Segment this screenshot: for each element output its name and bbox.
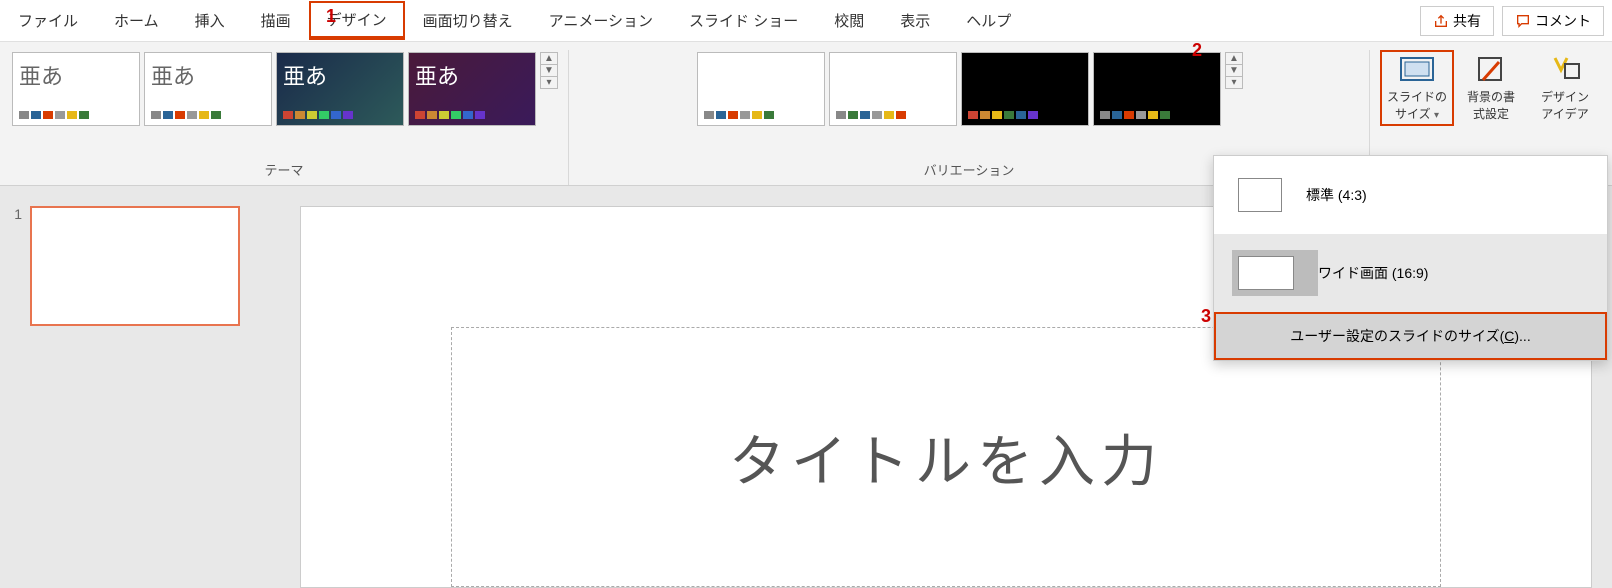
gallery-down-icon[interactable]: ▼	[1226, 65, 1242, 77]
slide-number: 1	[10, 206, 30, 222]
gallery-more-icon[interactable]: ▾	[541, 77, 557, 88]
comment-button[interactable]: コメント	[1502, 6, 1604, 36]
tab-animations[interactable]: アニメーション	[531, 2, 671, 39]
slide-size-custom[interactable]: ユーザー設定のスライドのサイズ(C)...	[1214, 312, 1607, 360]
slide-size-label-1: スライドの	[1387, 90, 1447, 104]
theme-palette	[415, 111, 529, 119]
slide-thumbnail-panel: 1	[0, 186, 280, 588]
theme-gallery-scroll: ▲ ▼ ▾	[540, 52, 558, 89]
tab-review[interactable]: 校閲	[816, 2, 882, 39]
slide-size-standard[interactable]: 標準 (4:3)	[1214, 156, 1607, 234]
theme-palette	[283, 111, 397, 119]
theme-sample-text: 亜あ	[151, 59, 265, 91]
slide-size-dropdown: 標準 (4:3) ワイド画面 (16:9) ユーザー設定のスライドのサイズ(C)…	[1213, 155, 1608, 361]
variation-gallery-scroll: ▲ ▼ ▾	[1225, 52, 1243, 89]
theme-sample-text: 亜あ	[19, 59, 133, 91]
gallery-up-icon[interactable]: ▲	[1226, 53, 1242, 65]
design-ideas-label-1: デザイン	[1541, 88, 1589, 105]
comment-label: コメント	[1535, 11, 1591, 31]
gallery-down-icon[interactable]: ▼	[541, 65, 557, 77]
theme-sample-text: 亜あ	[283, 59, 397, 91]
share-icon	[1433, 13, 1449, 29]
theme-palette	[19, 111, 133, 119]
title-placeholder-text: タイトルを入力	[729, 417, 1163, 498]
variation-thumb-2[interactable]	[829, 52, 957, 126]
variation-thumb-3[interactable]	[961, 52, 1089, 126]
gallery-up-icon[interactable]: ▲	[541, 53, 557, 65]
aspect-4-3-icon	[1238, 178, 1282, 212]
theme-thumb-2[interactable]: 亜あ	[144, 52, 272, 126]
tab-draw[interactable]: 描画	[243, 2, 309, 39]
slide-size-label-2: サイズ	[1395, 107, 1431, 121]
theme-thumb-4[interactable]: 亜あ	[408, 52, 536, 126]
annotation-marker-2: 2	[1192, 40, 1202, 61]
design-ideas-icon	[1547, 54, 1583, 84]
slide-size-button[interactable]: スライドの サイズ ▾	[1380, 50, 1454, 126]
annotation-marker-3: 3	[1201, 306, 1211, 327]
comment-icon	[1515, 13, 1531, 29]
annotation-marker-1: 1	[326, 6, 336, 27]
variation-thumb-1[interactable]	[697, 52, 825, 126]
slide-size-icon	[1399, 54, 1435, 84]
group-label-variations: バリエーション	[924, 156, 1015, 185]
ribbon-tabs: ファイル ホーム 挿入 描画 デザイン 画面切り替え アニメーション スライド …	[0, 0, 1612, 42]
slide-size-standard-label: 標準 (4:3)	[1306, 185, 1367, 205]
gallery-more-icon[interactable]: ▾	[1226, 77, 1242, 88]
share-button[interactable]: 共有	[1420, 6, 1494, 36]
theme-palette	[151, 111, 265, 119]
background-format-icon	[1473, 54, 1509, 84]
tab-design[interactable]: デザイン	[309, 1, 405, 40]
share-label: 共有	[1453, 11, 1481, 31]
tab-transitions[interactable]: 画面切り替え	[405, 2, 531, 39]
aspect-16-9-icon	[1238, 256, 1294, 290]
custom-label-pre: ユーザー設定のスライドのサイズ(	[1290, 328, 1504, 344]
variation-thumb-4[interactable]	[1093, 52, 1221, 126]
group-label-themes: テーマ	[264, 156, 303, 185]
bg-format-label-1: 背景の書	[1467, 88, 1515, 105]
bg-format-label-2: 式設定	[1473, 105, 1509, 122]
tab-help[interactable]: ヘルプ	[948, 2, 1029, 39]
custom-label-key: C	[1504, 328, 1514, 344]
tab-view[interactable]: 表示	[882, 2, 948, 39]
theme-sample-text: 亜あ	[415, 59, 529, 91]
tab-home[interactable]: ホーム	[96, 2, 177, 39]
tab-slideshow[interactable]: スライド ショー	[671, 2, 816, 39]
slide-size-wide-label: ワイド画面 (16:9)	[1318, 263, 1428, 283]
tab-file[interactable]: ファイル	[0, 2, 96, 39]
chevron-down-icon: ▾	[1434, 110, 1439, 121]
theme-thumb-3[interactable]: 亜あ	[276, 52, 404, 126]
custom-label-post: )...	[1514, 328, 1530, 344]
tab-insert[interactable]: 挿入	[177, 2, 243, 39]
background-format-button[interactable]: 背景の書 式設定	[1454, 50, 1528, 126]
group-themes: 亜あ 亜あ 亜あ 亜あ ▲ ▼ ▾ テーマ	[0, 50, 569, 185]
slide-size-wide[interactable]: ワイド画面 (16:9)	[1214, 234, 1607, 312]
design-ideas-label-2: アイデア	[1541, 105, 1588, 122]
slide-thumbnail-1[interactable]	[30, 206, 240, 326]
design-ideas-button[interactable]: デザイン アイデア	[1528, 50, 1602, 126]
theme-thumb-1[interactable]: 亜あ	[12, 52, 140, 126]
title-placeholder-box[interactable]: タイトルを入力	[451, 327, 1441, 587]
